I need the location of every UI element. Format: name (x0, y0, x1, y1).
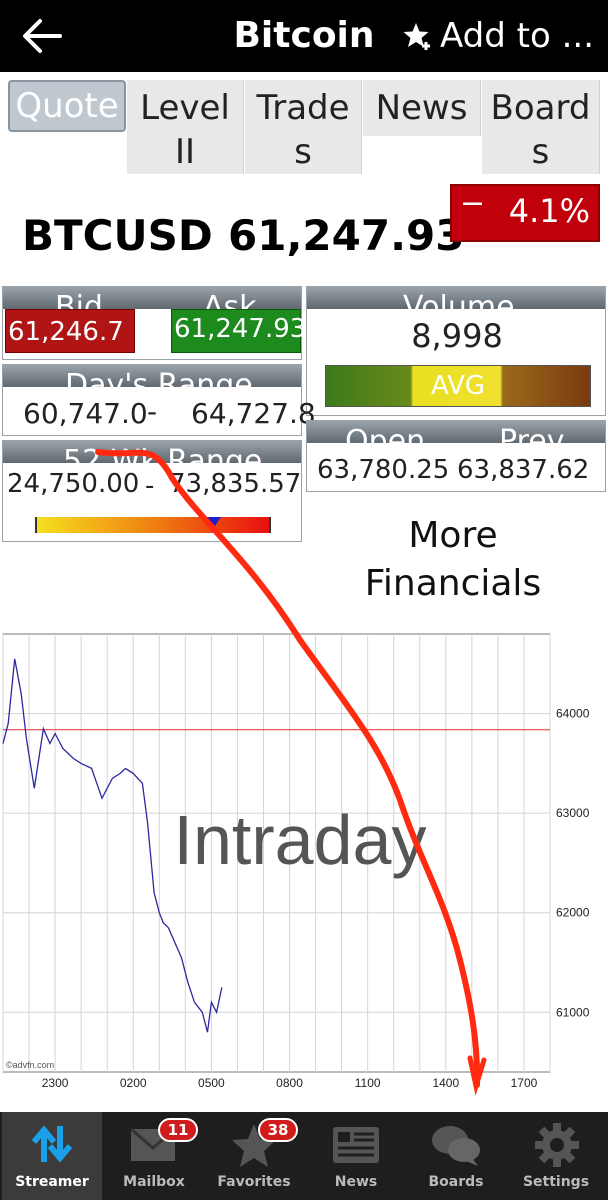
x-tick-label: 2300 (42, 1076, 69, 1090)
tab-trades[interactable]: Trades (245, 80, 362, 174)
favorites-badge: 38 (258, 1118, 298, 1142)
volume-meter-label: AVG (430, 371, 486, 401)
ticker-symbol: BTCUSD (22, 211, 213, 260)
x-tick-label: 1700 (511, 1076, 538, 1090)
nav-favorites[interactable]: 38 Favorites (204, 1112, 304, 1200)
intraday-chart[interactable]: 2300 0200 0500 0800 1100 1400 1700 61000 62000 6… (0, 632, 608, 1092)
x-tick-label: 1100 (355, 1076, 381, 1090)
nav-label: Boards (428, 1174, 484, 1190)
nav-label: Mailbox (123, 1174, 185, 1190)
nav-boards[interactable]: Boards (406, 1112, 506, 1200)
y-tick-label: 63000 (556, 806, 590, 820)
prev-value: 63,837.62 (457, 455, 590, 485)
nav-label: Settings (522, 1174, 590, 1190)
days-range-separator: - (147, 395, 158, 428)
tab-level-ii[interactable]: Level II (127, 80, 244, 174)
mailbox-badge: 11 (158, 1118, 198, 1142)
nav-mailbox[interactable]: 11 Mailbox (104, 1112, 204, 1200)
bottom-nav: Streamer 11 Mailbox 38 Favorites News Bo… (0, 1112, 608, 1200)
change-sign: − (460, 186, 486, 221)
52wk-range-bar (35, 517, 271, 533)
nav-settings[interactable]: Settings (506, 1112, 606, 1200)
x-tick-label: 0800 (276, 1076, 303, 1090)
bid-value: 61,246.7 (5, 309, 135, 353)
add-to-label: Add to ... (440, 16, 594, 56)
open-prev-panel: Open Prev 63,780.25 63,837.62 (306, 420, 606, 492)
more-financials-link[interactable]: More Financials (340, 512, 566, 608)
y-tick-label: 61000 (556, 1005, 590, 1019)
y-tick-label: 64000 (556, 707, 590, 721)
tab-label: Trades (256, 88, 350, 172)
volume-panel: Volume 8,998 AVG (306, 286, 606, 416)
tab-quote[interactable]: Quote (8, 80, 126, 132)
chart-overlay-text: Intraday (174, 801, 427, 879)
volume-value: 8,998 (411, 317, 503, 355)
52wk-separator: - (145, 471, 155, 501)
ask-value: 61,247.93 (171, 309, 306, 353)
x-tick-label: 0500 (198, 1076, 225, 1090)
last-price: 61,247.93 (228, 211, 465, 260)
tab-label: Boards (490, 88, 591, 172)
52wk-position-marker-icon (205, 517, 222, 529)
streamer-arrows-icon (31, 1125, 73, 1163)
star-add-icon (403, 23, 430, 50)
news-paper-icon (333, 1127, 379, 1163)
volume-meter: AVG (325, 365, 591, 407)
bid-ask-panel: Bid Ask 61,246.7 61,247.93 (2, 286, 306, 360)
tab-news[interactable]: News (363, 80, 481, 136)
open-value: 63,780.25 (317, 455, 450, 485)
nav-streamer[interactable]: Streamer (2, 1112, 102, 1200)
52wk-low: 24,750.00 (7, 469, 140, 499)
days-high: 64,727.8 (191, 397, 316, 430)
change-percent: 4.1% (508, 192, 590, 230)
settings-gear-icon (535, 1123, 579, 1167)
boards-chat-icon (432, 1126, 480, 1166)
add-to-favorites-button[interactable]: Add to ... (402, 14, 594, 58)
x-tick-label: 1400 (432, 1076, 459, 1090)
change-badge: − 4.1% (450, 184, 600, 242)
y-tick-label: 62000 (556, 906, 590, 920)
tab-label: News (375, 88, 468, 128)
days-low: 60,747.0 (23, 397, 148, 430)
nav-news[interactable]: News (306, 1112, 406, 1200)
nav-label: News (334, 1174, 378, 1190)
52wk-high: 73,835.57 (169, 469, 302, 499)
chart-watermark: ©advfn.com (6, 1060, 54, 1070)
nav-label: Favorites (217, 1174, 291, 1190)
tab-boards[interactable]: Boards (482, 80, 600, 174)
top-bar: Bitcoin Add to ... (0, 0, 608, 72)
nav-label: Streamer (15, 1174, 89, 1190)
52wk-range-panel: 52 Wk Range 24,750.00 - 73,835.57 (2, 440, 302, 542)
tab-label: Level II (140, 88, 230, 172)
x-tick-label: 0200 (120, 1076, 147, 1090)
tab-label: Quote (15, 86, 119, 126)
days-range-panel: Day's Range 60,747.0 - 64,727.8 (2, 364, 316, 436)
